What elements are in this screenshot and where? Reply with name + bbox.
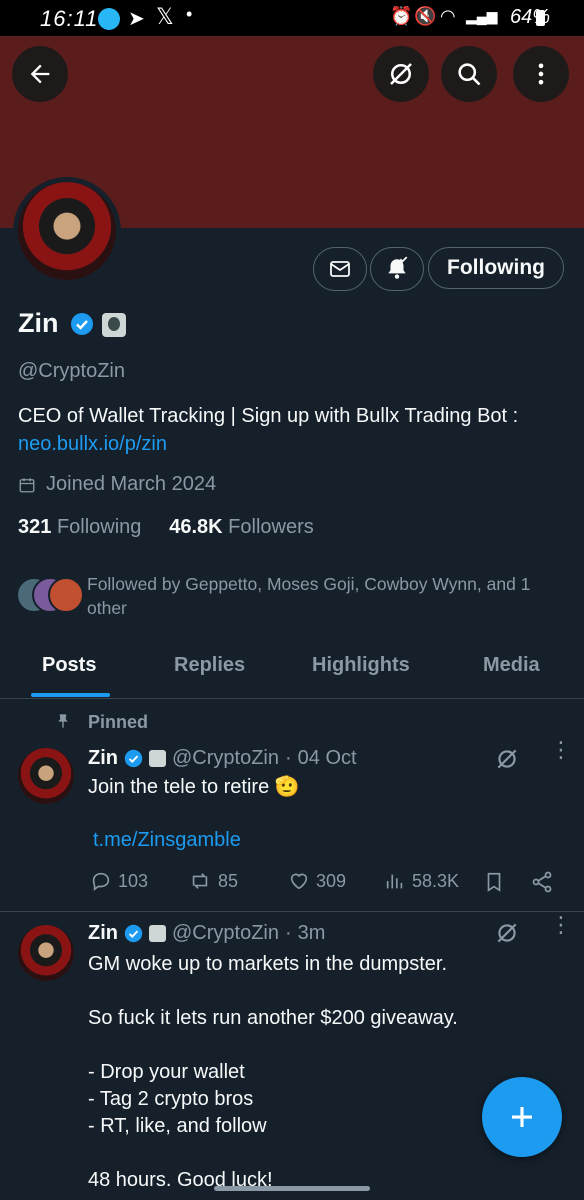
view-count: 58.3K xyxy=(412,870,460,891)
status-bar: 16:11 ➤ 𝕏 • ⏰ 🔇 ◠ ▂▄▆ 64% xyxy=(0,0,584,36)
post-avatar[interactable] xyxy=(18,925,74,981)
repost-count: 85 xyxy=(218,870,239,891)
joined-date: Joined March 2024 xyxy=(18,473,216,496)
like-count: 309 xyxy=(316,870,347,891)
repost-icon xyxy=(192,873,208,889)
post-header: Zin @CryptoZin · 3m xyxy=(88,922,325,945)
bio-link[interactable]: neo.bullx.io/p/zin xyxy=(18,430,568,458)
x-logo-icon: 𝕏 xyxy=(156,4,174,29)
search-icon xyxy=(458,63,481,86)
followed-by-text[interactable]: Followed by Geppetto, Moses Goji, Cowboy… xyxy=(87,572,557,620)
followed-by-avatars[interactable] xyxy=(16,577,84,613)
avatar-image xyxy=(18,182,116,280)
wifi-icon: ◠ xyxy=(440,6,456,26)
telegram-icon: ➤ xyxy=(128,8,145,30)
followers-label: Followers xyxy=(228,516,314,538)
active-tab-indicator xyxy=(31,693,110,697)
affiliate-badge-icon xyxy=(149,925,166,942)
views-chart-icon xyxy=(386,874,403,889)
back-button[interactable] xyxy=(12,46,68,102)
pinned-label: Pinned xyxy=(88,712,149,732)
message-button[interactable] xyxy=(313,247,367,291)
profile-avatar[interactable] xyxy=(13,177,121,285)
post-text: GM woke up to markets in the dumpster. S… xyxy=(88,953,458,1191)
bio-text: CEO of Wallet Tracking | Sign up with Bu… xyxy=(18,405,519,427)
app-notification-icon xyxy=(98,8,120,30)
notifications-button[interactable] xyxy=(370,247,424,291)
followers-stat[interactable]: 46.8K Followers xyxy=(169,516,314,538)
profile-tabs: Posts Replies Highlights Media xyxy=(0,642,584,699)
post-time: 04 Oct xyxy=(297,747,357,769)
more-vertical-icon xyxy=(538,63,544,85)
plus-icon xyxy=(512,1107,532,1127)
joined-text: Joined March 2024 xyxy=(46,473,217,495)
gesture-nav-bar[interactable] xyxy=(214,1186,370,1191)
calendar-icon xyxy=(19,477,35,492)
post-more-button[interactable]: ⋮ xyxy=(550,914,572,936)
reply-icon xyxy=(92,872,110,891)
battery-icon xyxy=(536,10,545,26)
affiliate-badge-icon xyxy=(149,750,166,767)
following-stat[interactable]: 321 Following xyxy=(18,516,141,538)
share-button[interactable] xyxy=(530,870,554,899)
reply-count: 103 xyxy=(118,870,149,891)
separator-dot: · xyxy=(285,747,292,769)
following-count: 321 xyxy=(18,516,52,538)
profile-handle: @CryptoZin xyxy=(18,360,125,382)
post-author-name[interactable]: Zin xyxy=(88,922,118,945)
following-button[interactable]: Following xyxy=(428,247,564,289)
post-author-name[interactable]: Zin xyxy=(88,747,118,770)
profile-bio: CEO of Wallet Tracking | Sign up with Bu… xyxy=(18,402,568,458)
verified-badge-icon xyxy=(71,313,93,335)
tab-media[interactable]: Media xyxy=(483,654,540,677)
signal-icon: ▂▄▆ xyxy=(466,8,498,24)
affiliate-badge-icon xyxy=(102,313,126,337)
post-more-button[interactable]: ⋮ xyxy=(550,739,572,761)
post-text: Join the tele to retire 🫡 xyxy=(88,776,300,798)
mini-avatar xyxy=(48,577,84,613)
post-avatar[interactable] xyxy=(18,748,74,804)
arrow-left-icon xyxy=(30,64,50,84)
repost-button[interactable]: 85 xyxy=(188,870,238,892)
display-name: Zin xyxy=(18,308,59,338)
reply-button[interactable]: 103 xyxy=(90,870,148,892)
dot-icon: • xyxy=(186,4,193,24)
post-author-handle: @CryptoZin xyxy=(172,922,279,944)
post-link[interactable]: t.me/Zinsgamble xyxy=(93,829,241,852)
post-time: 3m xyxy=(297,922,326,944)
search-button[interactable] xyxy=(441,46,497,102)
post-divider xyxy=(0,911,584,912)
verified-badge-icon xyxy=(124,749,143,768)
views-button[interactable]: 58.3K xyxy=(384,870,459,892)
grok-icon xyxy=(390,63,412,85)
bookmark-icon xyxy=(487,872,501,892)
tab-posts[interactable]: Posts xyxy=(42,654,96,677)
alarm-icon: ⏰ xyxy=(390,6,413,26)
bookmark-button[interactable] xyxy=(483,870,505,899)
envelope-icon xyxy=(330,261,350,277)
bell-check-icon xyxy=(388,256,408,279)
mute-icon: 🔇 xyxy=(414,6,437,26)
pin-icon xyxy=(55,712,71,735)
like-button[interactable]: 309 xyxy=(288,870,346,892)
following-label: Following xyxy=(56,516,142,538)
separator-dot: · xyxy=(285,922,292,944)
grok-post-button[interactable] xyxy=(494,746,520,777)
status-time: 16:11 xyxy=(40,6,99,31)
tab-highlights[interactable]: Highlights xyxy=(312,654,410,677)
grok-icon xyxy=(497,923,517,943)
share-icon xyxy=(532,871,552,893)
post-author-handle: @CryptoZin xyxy=(172,747,279,769)
heart-icon xyxy=(290,873,308,890)
post-header: Zin @CryptoZin · 04 Oct xyxy=(88,747,357,770)
tab-replies[interactable]: Replies xyxy=(174,654,245,677)
grok-icon xyxy=(497,749,517,769)
compose-post-button[interactable] xyxy=(482,1077,562,1157)
follow-stats: 321 Following 46.8K Followers xyxy=(18,516,314,539)
verified-badge-icon xyxy=(124,924,143,943)
grok-post-button[interactable] xyxy=(494,920,520,951)
grok-button[interactable] xyxy=(373,46,429,102)
more-options-button[interactable] xyxy=(513,46,569,102)
followers-count: 46.8K xyxy=(169,516,223,538)
